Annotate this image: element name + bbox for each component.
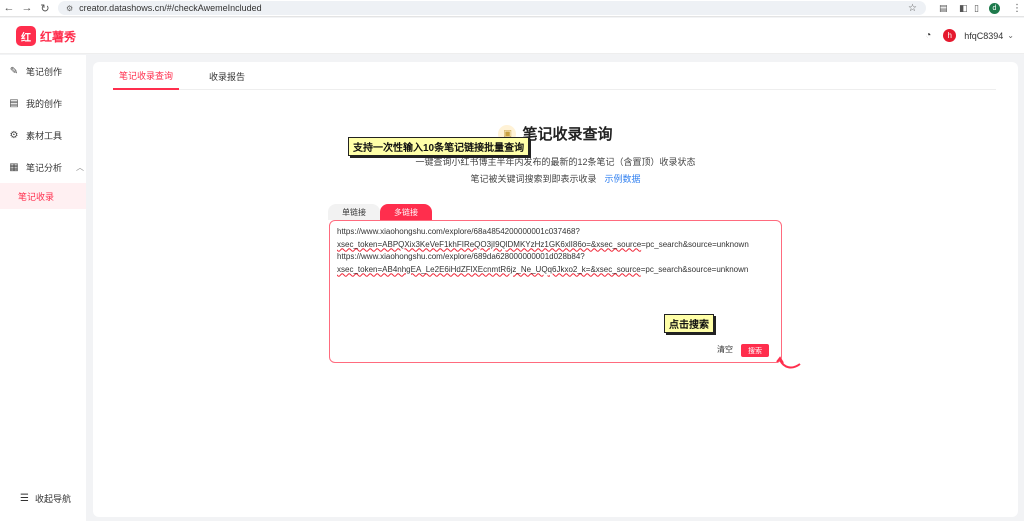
gear-icon: ⚙ [9,129,19,141]
collapse-nav-label: 收起导航 [34,494,71,504]
extensions-icon[interactable]: ◧ [959,0,968,17]
sidebar-item-material-tools[interactable]: ⚙ 素材工具 [0,119,86,151]
bookmark-star-icon[interactable]: ☆ [908,0,917,17]
annotation-click-search-callout: 点击搜索 [664,314,714,333]
reload-icon[interactable]: ↻ [36,0,54,17]
browser-menu-icon[interactable]: ⋮ [1012,0,1022,17]
links-textarea[interactable]: https://www.xiaohongshu.com/explore/68a4… [329,220,782,363]
tab-bar: 笔记收录查询 收录报告 [113,62,996,90]
logo-mark: 红 [16,26,36,46]
tab-note-query[interactable]: 笔记收录查询 [113,62,180,90]
subdescription-text: 笔记被关键词搜索到即表示收录 [470,174,597,184]
tab-report[interactable]: 收录报告 [203,62,251,90]
search-button[interactable]: 搜索 [741,344,769,357]
tab-single-link[interactable]: 单链接 [328,204,380,220]
tab-multi-link[interactable]: 多链接 [380,204,432,220]
annotation-arrow-icon [776,356,801,369]
link-line: https://www.xiaohongshu.com/explore/689d… [337,252,585,261]
sidebar-sub-label: 笔记收录 [18,191,55,202]
example-data-link[interactable]: 示例数据 [605,174,641,184]
sidebar-item-label: 笔记创作 [26,66,63,77]
user-avatar[interactable]: h [943,29,957,42]
pen-icon: ✎ [9,65,19,77]
annotation-batch-callout: 支持一次性输入10条笔记链接批量查询 [348,137,530,156]
app-logo[interactable]: 红 红薯秀 [16,26,76,46]
username[interactable]: hfqC8394 [964,31,1003,41]
link-line: https://www.xiaohongshu.com/explore/68a4… [337,227,580,236]
headset-icon[interactable]: ◔ [925,30,931,41]
sidebar-item-note-included[interactable]: 笔记收录 [0,183,86,209]
main-panel: 笔记收录查询 收录报告 ▣ 笔记收录查询 一键查询小红书博主半年内发布的最新的1… [93,62,1018,517]
sidebar-item-note-create[interactable]: ✎ 笔记创作 [0,55,86,87]
sidepanel-icon[interactable]: ▯ [974,0,979,17]
page-subdescription: 笔记被关键词搜索到即表示收录 示例数据 [93,172,1018,185]
page-description: 一键查询小红书博主半年内发布的最新的12条笔记（含置顶）收录状态 [415,157,696,167]
sidebar-item-label: 笔记分析 [26,162,63,173]
address-bar[interactable]: ⚙ creator.datashows.cn/#/checkAwemeInclu… [58,1,926,15]
link-line: xsec_token=ABPQXix3KeVeF1khFIReQO3jI9QlD… [337,239,749,249]
sidebar-item-my-creations[interactable]: ▤ 我的创作 [0,87,86,119]
sidebar-item-label: 我的创作 [26,98,63,109]
collapse-nav-button[interactable]: ☰ 收起导航 [20,492,71,505]
sidebar: ✎ 笔记创作 ▤ 我的创作 ⚙ 素材工具 ▦ 笔记分析 ︿ 笔记收录 ☰ 收起导… [0,55,86,521]
link-mode-tabs: 单链接 多链接 [328,204,432,220]
forward-icon[interactable]: → [18,0,36,17]
page-title-row: ▣ 笔记收录查询 [93,123,1018,144]
chevron-up-icon: ︿ [76,162,85,172]
chart-icon: ▦ [9,161,19,173]
clear-button[interactable]: 清空 [717,344,733,355]
browser-toolbar: ← → ↻ ⚙ creator.datashows.cn/#/checkAwem… [0,0,1024,17]
chevron-down-icon[interactable]: ⌄ [1007,31,1014,40]
app-header: 红 红薯秀 ◔ h hfqC8394 ⌄ [0,18,1024,54]
page-title: 笔记收录查询 [522,126,613,143]
logo-text: 红薯秀 [40,29,77,44]
link-line: xsec_token=AB4nhgEA_Le2E6iHdZFlXEcnmtR6j… [337,264,749,274]
sidebar-item-label: 素材工具 [26,130,63,141]
reading-list-icon[interactable]: ▤ [939,0,948,17]
url-text: creator.datashows.cn/#/checkAwemeInclude… [79,3,262,13]
site-settings-icon[interactable]: ⚙ [66,4,73,13]
browser-profile-avatar[interactable]: d [989,3,1000,14]
document-icon: ▤ [9,97,19,109]
menu-icon: ☰ [20,493,29,504]
back-icon[interactable]: ← [0,0,18,17]
sidebar-item-note-analysis[interactable]: ▦ 笔记分析 ︿ [0,151,86,183]
